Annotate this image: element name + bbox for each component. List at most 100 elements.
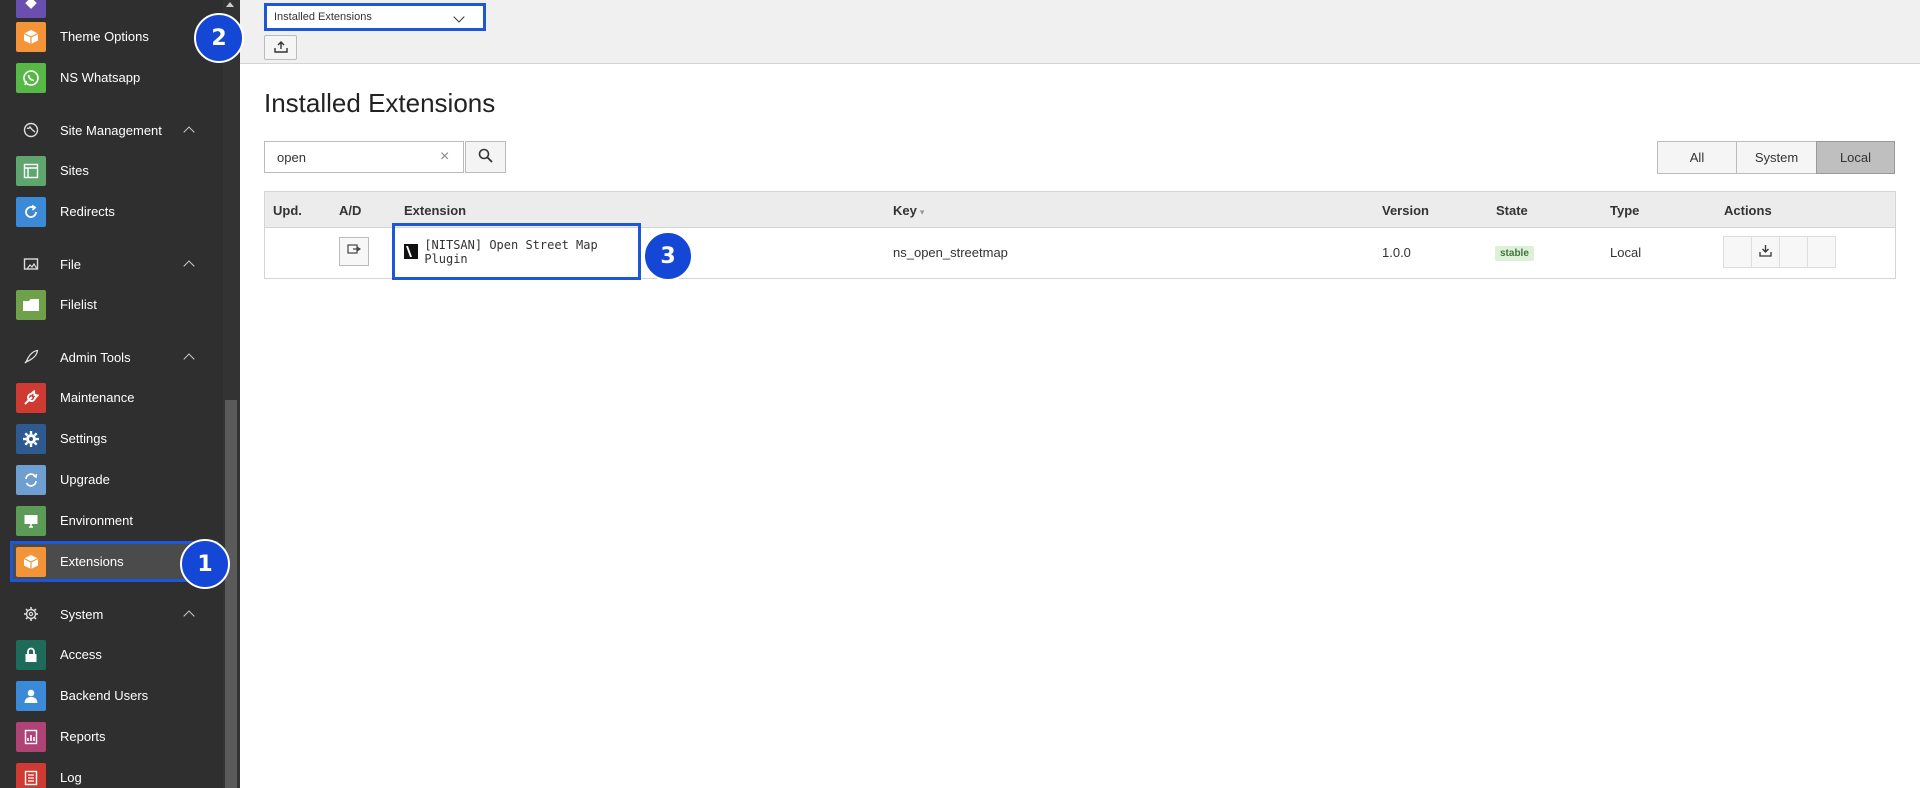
sites-icon: [16, 155, 46, 186]
column-header-version[interactable]: Version: [1382, 203, 1429, 218]
sidebar-item-label: Extensions: [60, 554, 124, 569]
extension-version: 1.0.0: [1382, 245, 1411, 260]
reports-icon: [16, 721, 46, 752]
state-badge: stable: [1495, 246, 1534, 261]
callout-badge: 2: [194, 13, 244, 63]
box-icon: [16, 546, 46, 577]
search-input-value: open: [277, 149, 306, 165]
column-header-type[interactable]: Type: [1610, 203, 1639, 218]
sidebar-item-settings[interactable]: Settings: [0, 418, 223, 459]
column-header-extension[interactable]: Extension: [404, 203, 466, 218]
upgrade-icon: [16, 464, 46, 495]
sidebar-group-label: Admin Tools: [60, 349, 131, 365]
sidebar-group-label: System: [60, 606, 104, 622]
sidebar-group-label: File: [60, 256, 81, 272]
sidebar-group-system[interactable]: System: [0, 594, 223, 634]
filter-system-button[interactable]: System: [1736, 141, 1817, 174]
sidebar: ◆ Theme Options NS Whatsapp Site Managem…: [0, 0, 240, 788]
whatsapp-icon: [16, 62, 46, 93]
column-header-key[interactable]: Key ▾: [893, 203, 924, 218]
sidebar-item-maintenance[interactable]: Maintenance: [0, 377, 223, 418]
sidebar-item-label: Settings: [60, 431, 107, 446]
extension-type: Local: [1610, 245, 1642, 260]
sidebar-item-label: Maintenance: [60, 390, 135, 405]
action-button-empty[interactable]: [1779, 236, 1808, 268]
chevron-down-icon: [453, 11, 465, 23]
module-menu-select[interactable]: Installed Extensions: [264, 3, 486, 31]
extension-filter-group: All System Local: [1657, 141, 1895, 174]
rocket-icon: [22, 348, 40, 366]
sidebar-item-ns-whatsapp[interactable]: NS Whatsapp: [0, 57, 223, 98]
chevron-up-icon[interactable]: [183, 353, 195, 365]
upload-icon: [273, 40, 288, 56]
sidebar-item-sites[interactable]: Sites: [0, 150, 223, 191]
module-icon: ◆: [16, 0, 46, 18]
sidebar-item-backend-users[interactable]: Backend Users: [0, 675, 223, 716]
sidebar-item-filelist[interactable]: Filelist: [0, 284, 223, 325]
sidebar-group-site-management[interactable]: Site Management: [0, 110, 223, 150]
sidebar-item-log[interactable]: Log: [0, 757, 223, 788]
sidebar-item-upgrade[interactable]: Upgrade: [0, 459, 223, 500]
clear-search-icon[interactable]: ×: [440, 148, 449, 166]
callout-badge: 3: [643, 231, 693, 281]
action-button-empty[interactable]: [1807, 236, 1836, 268]
row-actions: [1723, 236, 1836, 268]
sidebar-item-label: Access: [60, 647, 102, 662]
download-button[interactable]: [1751, 236, 1780, 268]
sidebar-group-label: Site Management: [60, 122, 162, 138]
download-icon: [1759, 244, 1772, 260]
environment-icon: [16, 505, 46, 536]
log-icon: [16, 762, 46, 788]
scroll-up-arrow-icon[interactable]: [226, 2, 234, 7]
page-title: Installed Extensions: [264, 88, 496, 118]
column-header-actions: Actions: [1724, 203, 1772, 218]
box-icon: [16, 21, 46, 52]
search-icon: [478, 148, 493, 166]
module-menu-selected: Installed Extensions: [274, 11, 372, 23]
gear-icon: [22, 605, 40, 623]
chevron-up-icon[interactable]: [183, 610, 195, 622]
extension-title: [NITSAN] Open Street Map Plugin: [424, 237, 598, 266]
sidebar-item-label: NS Whatsapp: [60, 70, 141, 85]
sidebar-item-redirects[interactable]: Redirects: [0, 191, 223, 232]
upload-extension-button[interactable]: [264, 35, 297, 60]
filter-local-button[interactable]: Local: [1816, 141, 1895, 174]
sidebar-scroll-thumb[interactable]: [225, 400, 237, 788]
gear-icon: [16, 423, 46, 454]
lock-icon: [16, 639, 46, 670]
sort-caret-icon: ▾: [919, 207, 925, 217]
globe-icon: [22, 121, 40, 139]
redirect-icon: [16, 196, 46, 227]
sidebar-item-label: Upgrade: [60, 472, 110, 487]
column-header-ad[interactable]: A/D: [339, 203, 361, 218]
search-button[interactable]: [465, 141, 506, 173]
chevron-up-icon[interactable]: [183, 126, 195, 138]
user-icon: [16, 680, 46, 711]
folder-icon: [16, 289, 46, 320]
column-header-key-label: Key: [893, 203, 917, 218]
sidebar-item-environment[interactable]: Environment: [0, 500, 223, 541]
sidebar-item-reports[interactable]: Reports: [0, 716, 223, 757]
extension-title-link[interactable]: [NITSAN] Open Street Map Plugin: [392, 223, 641, 280]
callout-badge: 1: [180, 539, 230, 589]
extension-icon: [404, 244, 419, 259]
action-button-empty[interactable]: [1723, 236, 1752, 268]
wrench-icon: [16, 382, 46, 413]
module-docheader: Installed Extensions: [240, 0, 1920, 64]
table-row: [NITSAN] Open Street Map Plugin ns_open_…: [265, 223, 1895, 280]
sidebar-item-label: Backend Users: [60, 688, 149, 703]
column-header-state[interactable]: State: [1496, 203, 1528, 218]
column-header-upd[interactable]: Upd.: [273, 203, 302, 218]
sidebar-group-file[interactable]: File: [0, 244, 223, 284]
activate-deactivate-button[interactable]: [339, 237, 369, 266]
filter-all-button[interactable]: All: [1657, 141, 1737, 174]
sidebar-group-admin-tools[interactable]: Admin Tools: [0, 337, 223, 377]
sidebar-item-theme-options[interactable]: Theme Options: [0, 16, 223, 57]
sidebar-item-label: Redirects: [60, 204, 115, 219]
chevron-up-icon[interactable]: [183, 260, 195, 272]
sidebar-item-label: Filelist: [60, 297, 97, 312]
sidebar-item-label: Reports: [60, 729, 106, 744]
sidebar-item-label: Sites: [60, 163, 89, 178]
sidebar-item-access[interactable]: Access: [0, 634, 223, 675]
search-input[interactable]: open: [264, 141, 464, 173]
